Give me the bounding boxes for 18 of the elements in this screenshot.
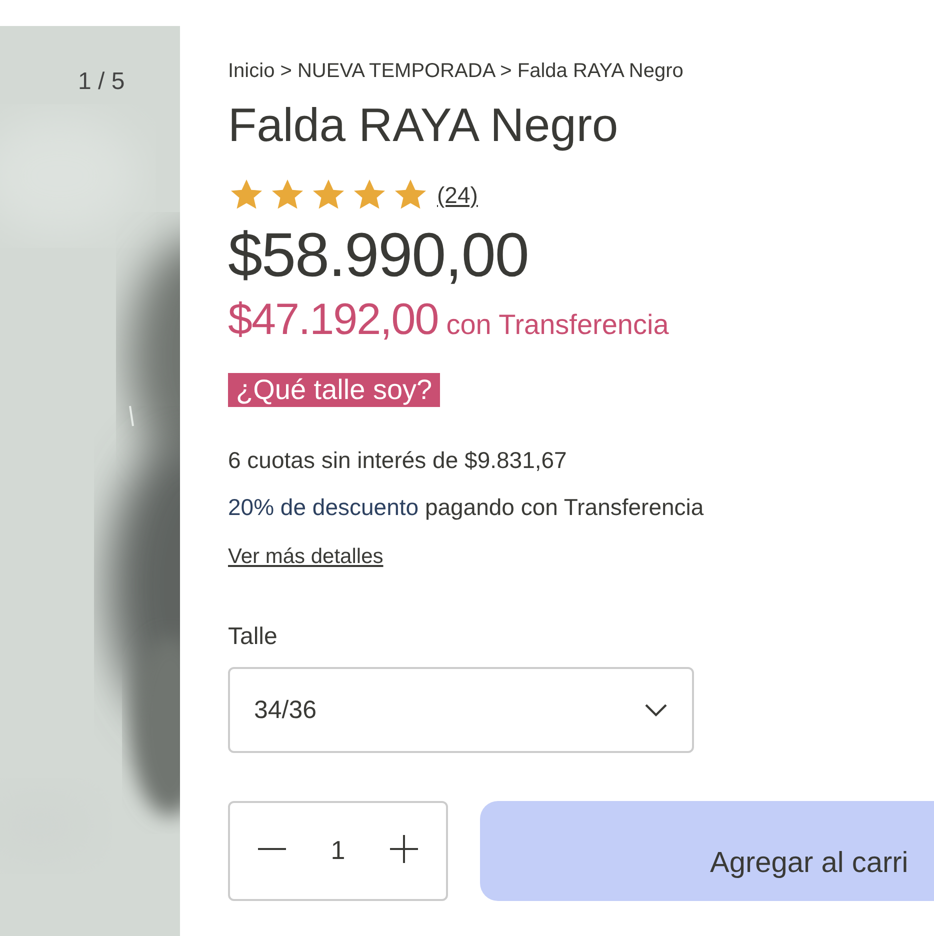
size-label: Talle bbox=[228, 623, 278, 651]
add-to-cart-button[interactable]: Agregar al carri bbox=[480, 801, 934, 901]
plus-icon bbox=[388, 833, 420, 865]
chevron-down-icon bbox=[644, 703, 668, 717]
size-select[interactable]: 34/36 bbox=[228, 667, 694, 753]
transfer-label: con Transferencia bbox=[446, 309, 669, 341]
product-price: $58.990,00 bbox=[228, 220, 528, 291]
slide-counter: 1 / 5 bbox=[78, 68, 125, 96]
size-guide-button[interactable]: ¿Qué talle soy? bbox=[228, 373, 440, 407]
minus-icon bbox=[256, 847, 288, 851]
review-count-link[interactable]: (24) bbox=[437, 182, 478, 208]
installments-text: 6 cuotas sin interés de $9.831,67 bbox=[228, 447, 567, 474]
breadcrumb[interactable]: Inicio > NUEVA TEMPORADA > Falda RAYA Negro bbox=[228, 60, 684, 83]
product-title: Falda RAYA Negro bbox=[228, 97, 618, 152]
discount-text: 20% de descuento pagando con Transferencia bbox=[228, 494, 704, 521]
quantity-value: 1 bbox=[330, 834, 346, 866]
transfer-price: $47.192,00 bbox=[228, 295, 438, 345]
details-link[interactable]: Ver más detalles bbox=[228, 545, 384, 569]
